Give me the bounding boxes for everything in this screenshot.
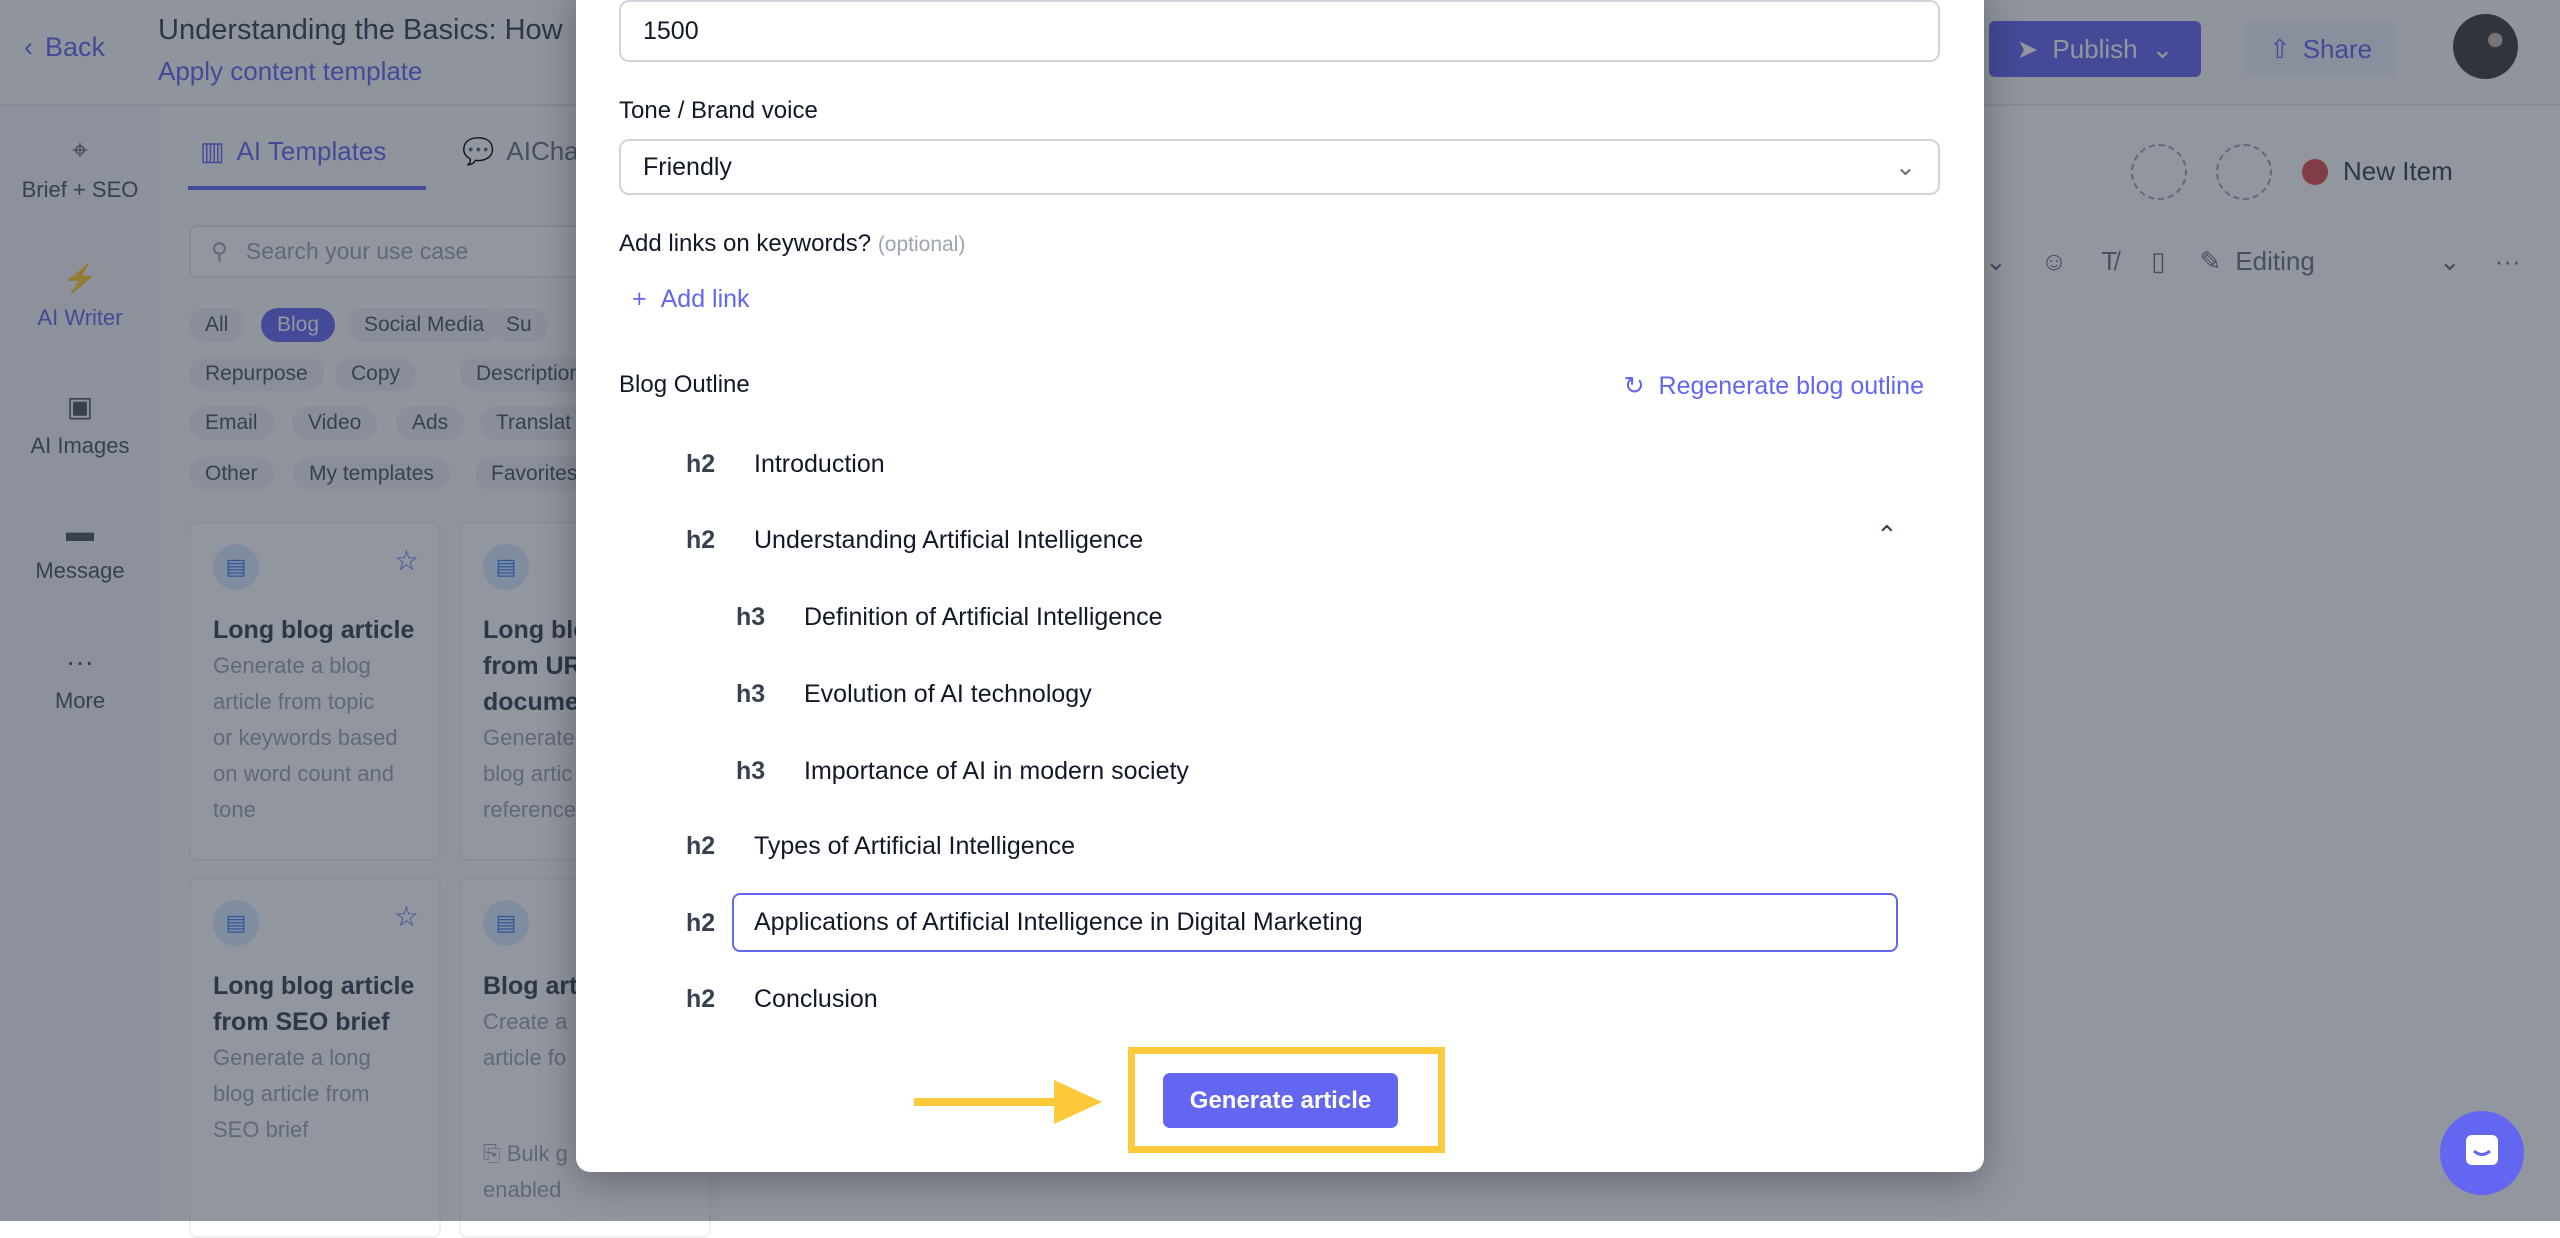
tone-value: Friendly [643, 153, 732, 182]
outline-item[interactable]: h3Evolution of AI technology [576, 674, 1984, 714]
heading-level: h3 [736, 757, 804, 786]
outline-item[interactable]: h3Definition of Artificial Intelligence [576, 597, 1984, 637]
add-link-label: Add link [661, 285, 750, 314]
heading-text: Evolution of AI technology [804, 680, 1092, 709]
outline-item[interactable]: h2Introduction [576, 444, 1984, 484]
optional-tag: (optional) [878, 233, 966, 256]
outline-item-edit-input[interactable]: Applications of Artificial Intelligence … [732, 893, 1898, 952]
heading-text: Introduction [754, 450, 885, 479]
highlight-box [1128, 1047, 1445, 1153]
heading-text: Conclusion [754, 985, 878, 1014]
word-count-input[interactable]: 1500 [619, 0, 1940, 62]
heading-level: h3 [736, 680, 804, 709]
heading-text: Understanding Artificial Intelligence [754, 526, 1143, 555]
chevron-up-icon[interactable]: ⌃ [1876, 520, 1898, 551]
chat-support-button[interactable] [2440, 1111, 2524, 1195]
tone-label: Tone / Brand voice [619, 97, 818, 125]
outline-item[interactable]: h2Conclusion [576, 979, 1984, 1019]
outline-item[interactable]: h2Types of Artificial Intelligence [576, 826, 1984, 866]
regenerate-label: Regenerate blog outline [1659, 372, 1924, 401]
chat-icon [2464, 1133, 2500, 1173]
links-label-text: Add links on keywords? [619, 230, 871, 257]
regenerate-outline-button[interactable]: ↻ Regenerate blog outline [1624, 371, 1924, 401]
plus-icon: + [632, 285, 647, 314]
heading-text: Importance of AI in modern society [804, 757, 1189, 786]
generate-article-modal: 1500 Tone / Brand voice Friendly ⌄ Add li… [576, 0, 1984, 1172]
outline-item[interactable]: h3Importance of AI in modern society [576, 751, 1984, 791]
outline-label: Blog Outline [619, 371, 750, 399]
heading-text: Definition of Artificial Intelligence [804, 603, 1163, 632]
heading-level: h2 [686, 832, 754, 861]
heading-level: h2 [686, 985, 754, 1014]
chevron-down-icon: ⌄ [1895, 152, 1916, 182]
heading-text: Types of Artificial Intelligence [754, 832, 1075, 861]
heading-level: h2 [686, 450, 754, 479]
arrow-annotation [914, 1080, 1114, 1124]
heading-level: h3 [736, 603, 804, 632]
heading-level: h2 [686, 526, 754, 555]
tone-select[interactable]: Friendly ⌄ [619, 139, 1940, 195]
links-label: Add links on keywords? (optional) [619, 230, 965, 258]
outline-item[interactable]: h2Understanding Artificial Intelligence [576, 520, 1984, 560]
add-link-button[interactable]: + Add link [632, 285, 750, 314]
refresh-icon: ↻ [1624, 371, 1645, 401]
